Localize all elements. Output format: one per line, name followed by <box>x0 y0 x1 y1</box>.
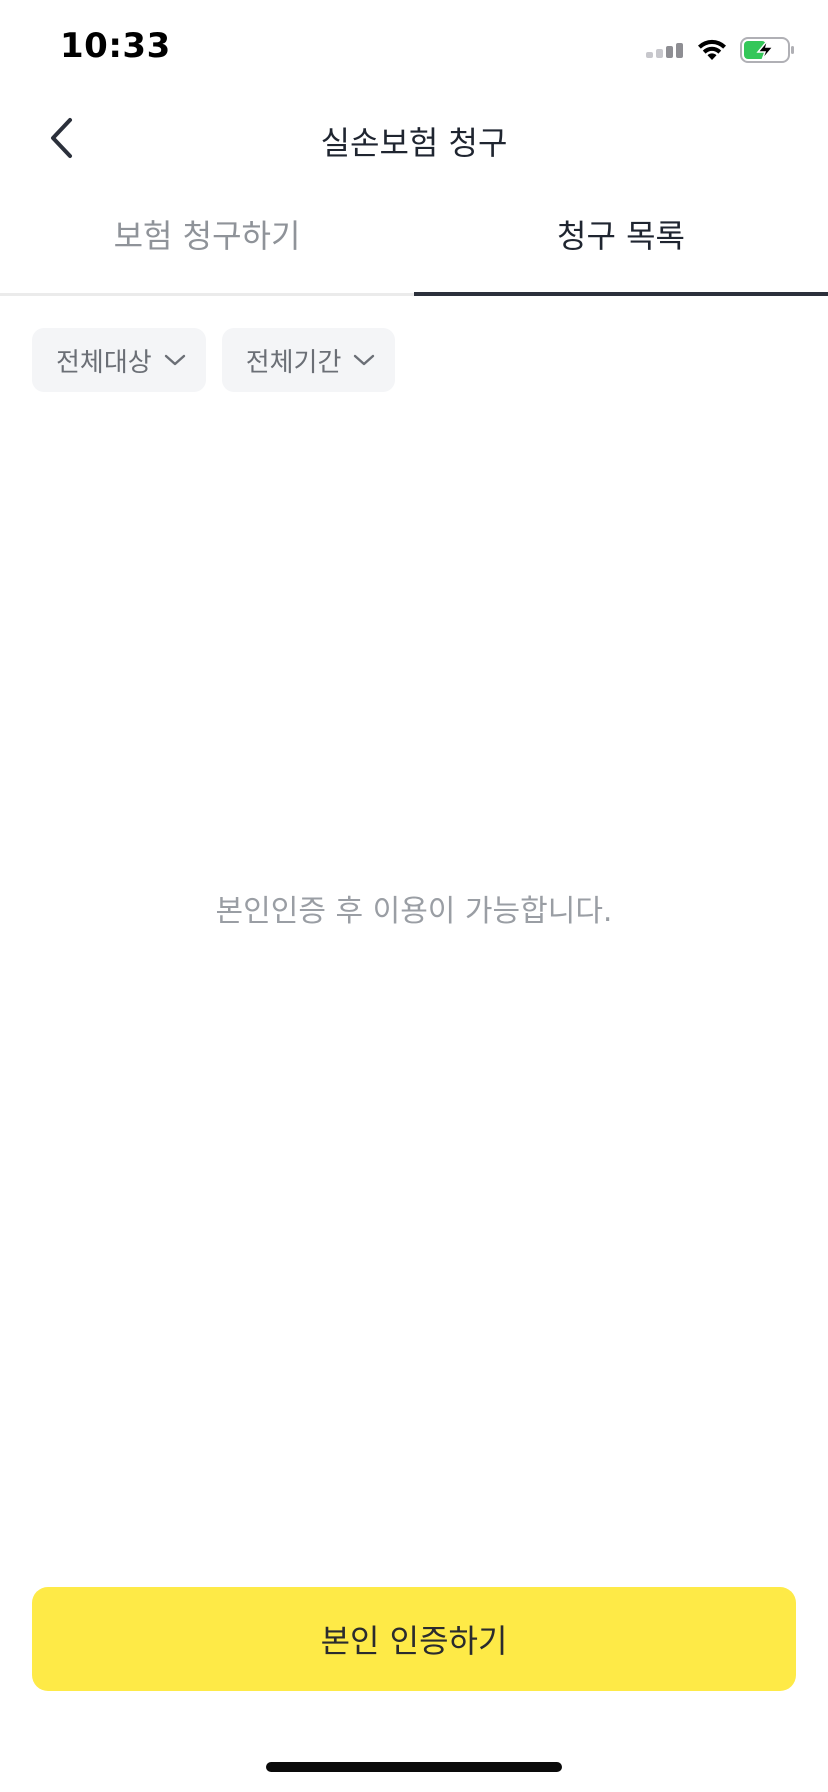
tab-bar: 보험 청구하기 청구 목록 <box>0 190 828 296</box>
filter-period-label: 전체기간 <box>245 347 342 378</box>
tab-insurance-claim[interactable]: 보험 청구하기 <box>0 190 414 293</box>
tab-claim-list[interactable]: 청구 목록 <box>414 190 828 296</box>
page-title: 실손보험 청구 <box>320 124 508 162</box>
verify-identity-button[interactable]: 본인 인증하기 <box>32 1587 796 1691</box>
cellular-signal-icon <box>646 42 684 58</box>
empty-state-message: 본인인증 후 이용이 가능합니다. <box>215 894 613 929</box>
nav-bar: 실손보험 청구 <box>0 96 828 184</box>
home-indicator <box>266 1762 562 1772</box>
filter-period-dropdown[interactable]: 전체기간 <box>221 328 396 392</box>
screen: 10:33 실손보험 청구 보험 청구하기 청구 목록 전체대상 전체기간 본인… <box>0 0 828 1792</box>
status-bar: 10:33 <box>0 0 828 96</box>
filter-target-label: 전체대상 <box>56 347 152 378</box>
chevron-down-icon <box>164 353 186 367</box>
filter-bar: 전체대상 전체기간 <box>32 328 396 392</box>
status-icons <box>646 34 796 66</box>
chevron-down-icon <box>353 353 375 367</box>
filter-target-dropdown[interactable]: 전체대상 <box>32 328 206 392</box>
status-time: 10:33 <box>60 26 171 66</box>
wifi-icon <box>696 38 728 62</box>
battery-charging-icon <box>740 37 796 63</box>
